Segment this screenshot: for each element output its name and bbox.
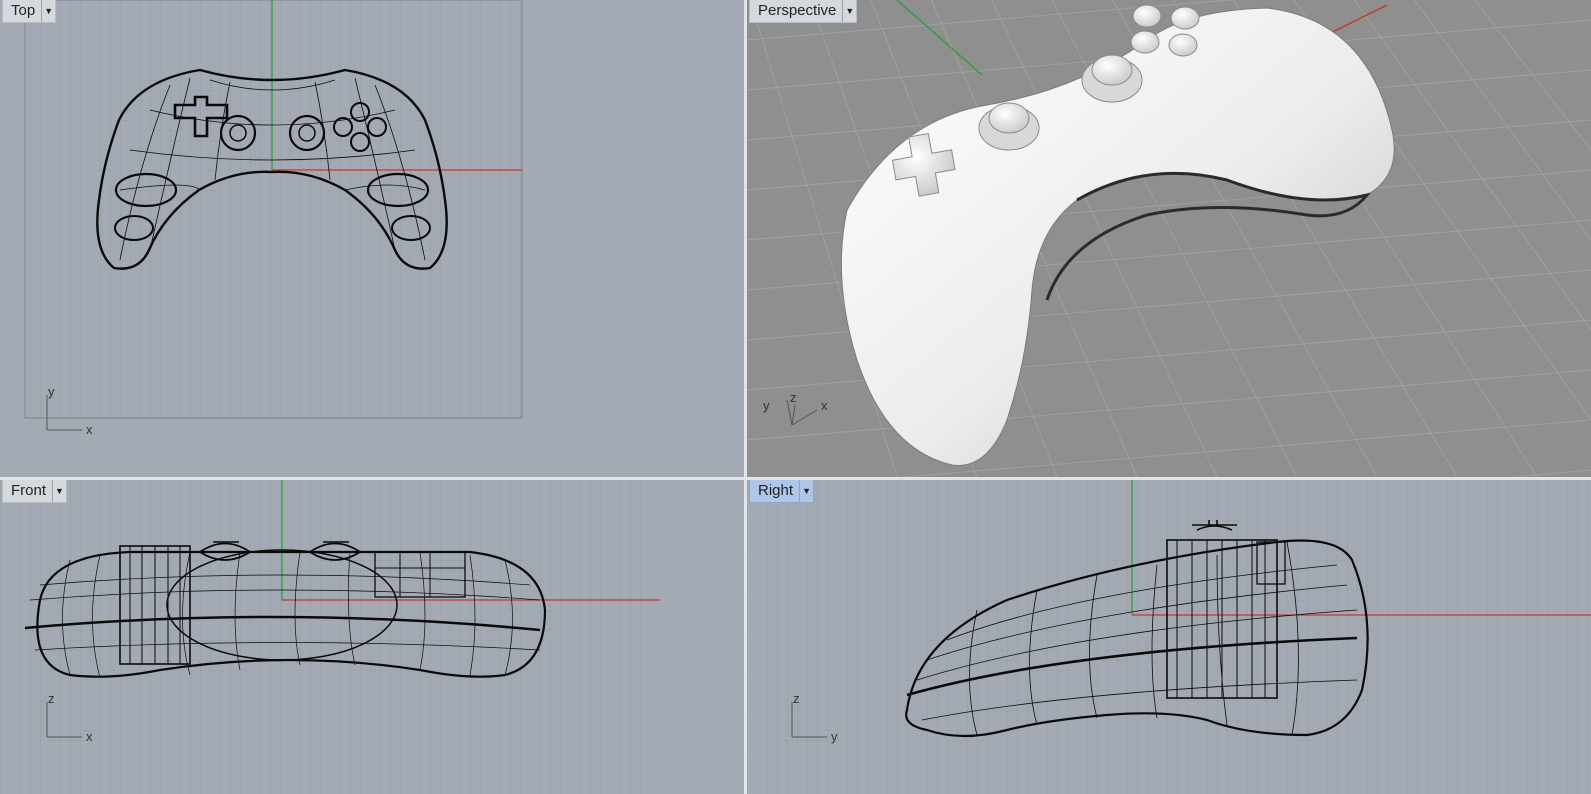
vertical-splitter[interactable] [744,0,747,794]
front-viewport[interactable]: x z Front ▼ [0,480,744,794]
face-button-bottom [1168,33,1198,57]
right-view-canvas[interactable]: y z [747,480,1591,794]
y-axis-line [896,0,983,76]
right-viewport-tab[interactable]: Right ▼ [749,480,815,503]
top-view-canvas[interactable]: x y [0,0,744,477]
viewport-title[interactable]: Top [3,0,41,22]
svg-text:x: x [86,729,93,744]
triangle-down-icon[interactable]: ▼ [41,0,55,22]
triangle-down-icon[interactable]: ▼ [799,480,813,502]
svg-text:y: y [48,384,55,399]
triangle-down-icon[interactable]: ▼ [842,0,856,22]
svg-text:y: y [763,398,770,413]
right-viewport[interactable]: y z Right ▼ [747,480,1591,794]
svg-text:y: y [831,729,838,744]
right-thumbstick [1091,54,1133,86]
face-button-left [1130,30,1160,54]
svg-text:x: x [821,398,828,413]
face-button-top [1132,4,1162,28]
viewport-title[interactable]: Right [750,480,799,502]
top-viewport[interactable]: x y Top ▼ [0,0,744,477]
perspective-viewport-tab[interactable]: Perspective ▼ [749,0,858,23]
left-thumbstick [988,102,1030,134]
face-button-right-top [1170,6,1200,30]
front-view-canvas[interactable]: x z [0,480,744,794]
svg-text:z: z [790,390,797,405]
svg-text:z: z [793,691,800,706]
viewport-title[interactable]: Perspective [750,0,842,22]
svg-text:x: x [86,422,93,437]
perspective-viewport[interactable]: x y z Perspective ▼ [747,0,1591,477]
construction-grid [747,480,1591,794]
construction-grid [0,480,660,794]
axis-indicator: x y z [763,390,828,426]
triangle-down-icon[interactable]: ▼ [52,480,66,502]
front-viewport-tab[interactable]: Front ▼ [2,480,68,503]
construction-grid [25,0,522,418]
top-viewport-tab[interactable]: Top ▼ [2,0,57,23]
perspective-view-canvas[interactable]: x y z [747,0,1591,477]
svg-text:z: z [48,691,55,706]
gamepad-render[interactable] [840,4,1395,466]
viewport-title[interactable]: Front [3,480,52,502]
